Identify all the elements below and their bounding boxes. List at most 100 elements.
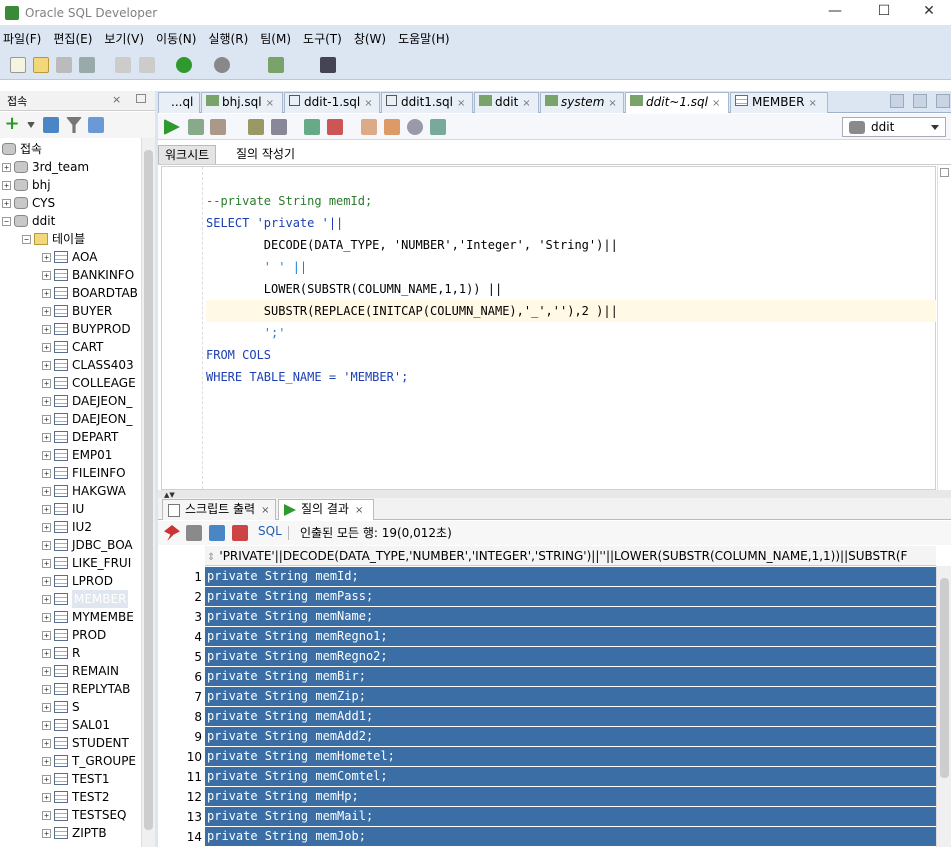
expand-icon[interactable]: + xyxy=(42,378,51,388)
expand-icon[interactable]: + xyxy=(42,720,51,730)
expand-icon[interactable]: + xyxy=(42,450,51,460)
expand-icon[interactable]: + xyxy=(42,558,51,568)
results-grid[interactable]: ⇕ 'PRIVATE'||DECODE(DATA_TYPE,'NUMBER','I… xyxy=(161,546,936,847)
result-cell[interactable]: private String memRegno1; xyxy=(205,627,936,646)
result-cell[interactable]: private String memHp; xyxy=(205,787,936,806)
table-row[interactable]: 1 private String memId; xyxy=(161,567,936,587)
unshared-sql-icon[interactable] xyxy=(361,119,377,135)
expand-icon[interactable]: + xyxy=(42,432,51,442)
save-icon[interactable] xyxy=(56,57,72,73)
menu-edit[interactable]: 편집(E) xyxy=(53,30,92,47)
tree-table-item[interactable]: + LIKE_FRUI xyxy=(42,554,131,572)
table-row[interactable]: 7 private String memZip; xyxy=(161,687,936,707)
row-number[interactable]: 5 xyxy=(161,647,204,667)
row-number[interactable]: 14 xyxy=(161,827,204,847)
sql-editor[interactable]: --private String memId; SELECT 'private … xyxy=(161,166,936,490)
expand-icon[interactable]: + xyxy=(42,666,51,676)
tab-list-icon[interactable] xyxy=(936,94,950,108)
explain-plan-icon[interactable] xyxy=(248,119,264,135)
expand-icon[interactable]: + xyxy=(42,324,51,334)
autotrace-icon[interactable] xyxy=(210,119,226,135)
tree-table-item[interactable]: + CART xyxy=(42,338,103,356)
results-scrollbar[interactable] xyxy=(936,566,951,847)
print-icon[interactable] xyxy=(186,525,202,541)
tree-table-item[interactable]: + MEMBER xyxy=(42,590,129,608)
history-icon[interactable] xyxy=(407,119,423,135)
expand-icon[interactable]: + xyxy=(42,630,51,640)
tab-close-icon[interactable]: × xyxy=(355,505,363,516)
tab-ql[interactable]: ...ql xyxy=(158,92,200,113)
expand-icon[interactable]: + xyxy=(42,270,51,280)
expand-icon[interactable]: + xyxy=(42,828,51,838)
expand-icon[interactable]: + xyxy=(42,738,51,748)
result-cell[interactable]: private String memAdd1; xyxy=(205,707,936,726)
tree-table-item[interactable]: + TEST1 xyxy=(42,770,110,788)
save-all-icon[interactable] xyxy=(79,57,95,73)
table-row[interactable]: 2 private String memPass; xyxy=(161,587,936,607)
tree-table-item[interactable]: + BOARDTAB xyxy=(42,284,138,302)
table-row[interactable]: 11 private String memComtel; xyxy=(161,767,936,787)
expand-icon[interactable]: + xyxy=(42,576,51,586)
clear-icon[interactable] xyxy=(384,119,400,135)
expand-icon[interactable]: + xyxy=(42,810,51,820)
row-number[interactable]: 13 xyxy=(161,807,204,827)
tab-system[interactable]: system × xyxy=(540,92,624,113)
table-row[interactable]: 13 private String memMail; xyxy=(161,807,936,827)
tree-table-item[interactable]: + COLLEAGE xyxy=(42,374,136,392)
tree-table-item[interactable]: + CLASS403 xyxy=(42,356,134,374)
tree-table-item[interactable]: + REPLYTAB xyxy=(42,680,130,698)
result-cell[interactable]: private String memComtel; xyxy=(205,767,936,786)
menu-run[interactable]: 실행(R) xyxy=(208,30,248,47)
tab-ddit[interactable]: ddit × xyxy=(474,92,539,113)
tree-table-item[interactable]: + DAEJEON_ xyxy=(42,392,132,410)
sql-worksheet-icon[interactable] xyxy=(268,57,284,73)
row-number[interactable]: 3 xyxy=(161,607,204,627)
table-row[interactable]: 4 private String memRegno1; xyxy=(161,627,936,647)
result-cell[interactable]: private String memName; xyxy=(205,607,936,626)
tab-close-icon[interactable]: × xyxy=(712,98,720,109)
tree-connection-3rd-team[interactable]: +3rd_team xyxy=(2,158,89,176)
row-number[interactable]: 7 xyxy=(161,687,204,707)
run-script-icon[interactable] xyxy=(188,119,204,135)
result-cell[interactable]: private String memJob; xyxy=(205,827,936,846)
tree-table-item[interactable]: + AOA xyxy=(42,248,97,266)
result-cell[interactable]: private String memBir; xyxy=(205,667,936,686)
row-number[interactable]: 11 xyxy=(161,767,204,787)
tab-scroll-right-icon[interactable] xyxy=(913,94,927,108)
expand-icon[interactable]: + xyxy=(42,612,51,622)
row-number[interactable]: 10 xyxy=(161,747,204,767)
chevron-down-icon[interactable] xyxy=(27,122,35,128)
expand-icon[interactable]: + xyxy=(42,288,51,298)
expand-icon[interactable]: + xyxy=(42,486,51,496)
table-row[interactable]: 8 private String memAdd1; xyxy=(161,707,936,727)
redo-icon[interactable] xyxy=(139,57,155,73)
result-cell[interactable]: private String memId; xyxy=(205,567,936,586)
table-row[interactable]: 6 private String memBir; xyxy=(161,667,936,687)
table-row[interactable]: 14 private String memJob; xyxy=(161,827,936,847)
tab-close-icon[interactable]: × xyxy=(266,98,274,109)
row-number[interactable]: 8 xyxy=(161,707,204,727)
tab-ddit-1-sql-active[interactable]: ddit~1.sql × xyxy=(625,92,729,113)
row-number[interactable]: 9 xyxy=(161,727,204,747)
panel-divider[interactable] xyxy=(155,91,158,847)
column-header[interactable]: ⇕ 'PRIVATE'||DECODE(DATA_TYPE,'NUMBER','I… xyxy=(205,546,936,566)
expand-icon[interactable]: + xyxy=(42,756,51,766)
tree-folder-tables[interactable]: − 테이블 xyxy=(22,230,85,248)
expand-icon[interactable]: + xyxy=(42,648,51,658)
expand-icon[interactable]: + xyxy=(42,774,51,784)
expand-icon[interactable]: + xyxy=(42,594,51,604)
row-number[interactable]: 2 xyxy=(161,587,204,607)
expand-icon[interactable]: + xyxy=(42,540,51,550)
minimize-panel-icon[interactable] xyxy=(136,94,146,103)
menu-help[interactable]: 도움말(H) xyxy=(398,30,450,47)
expand-icon[interactable]: + xyxy=(2,198,11,208)
editor-scrollbar[interactable] xyxy=(937,166,951,490)
table-row[interactable]: 10 private String memHometel; xyxy=(161,747,936,767)
tab-close-icon[interactable]: × xyxy=(808,98,816,109)
tab-ddit-1-sql[interactable]: ddit-1.sql × xyxy=(284,92,380,113)
tab-query-builder[interactable]: 질의 작성기 xyxy=(230,145,301,163)
expand-icon[interactable]: + xyxy=(42,522,51,532)
expand-icon[interactable]: + xyxy=(2,162,11,172)
tab-bhj-sql[interactable]: bhj.sql × xyxy=(201,92,283,113)
tree-table-item[interactable]: + BUYER xyxy=(42,302,112,320)
